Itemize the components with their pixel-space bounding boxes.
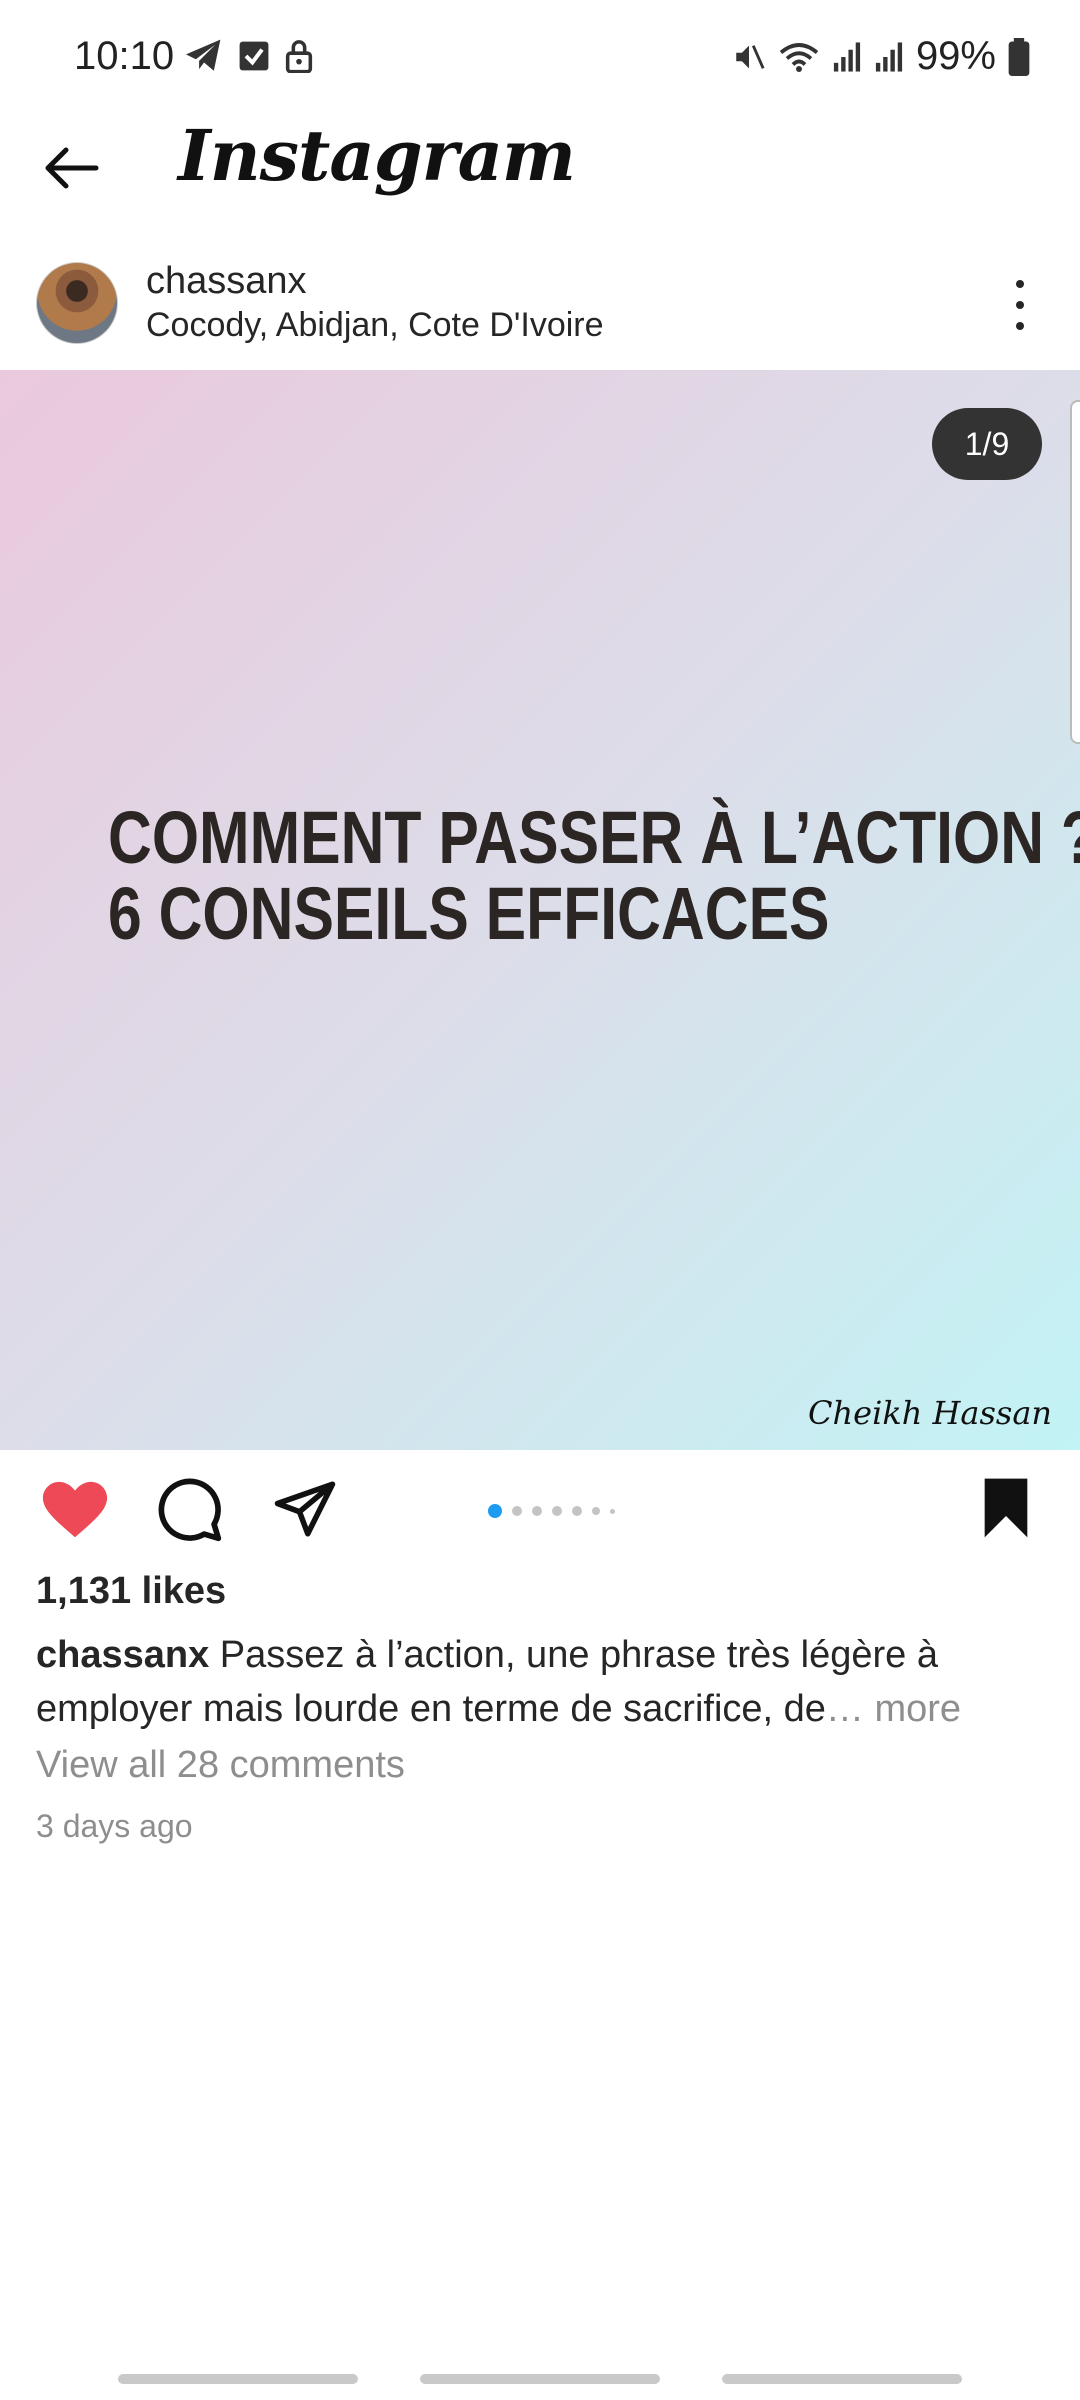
- lock-icon: [285, 40, 313, 73]
- avatar[interactable]: [36, 262, 118, 344]
- post-location[interactable]: Cocody, Abidjan, Cote D'Ivoire: [146, 306, 604, 345]
- battery-percent: 99%: [915, 34, 996, 78]
- carousel-dot: [552, 1506, 562, 1516]
- checkbox-icon: [239, 41, 269, 71]
- carousel-dot: [572, 1506, 582, 1516]
- slide-counter: 1/9: [932, 408, 1042, 480]
- likes-count[interactable]: 1,131 likes: [36, 1570, 226, 1613]
- nav-home[interactable]: [420, 2374, 660, 2384]
- back-arrow-icon[interactable]: [40, 136, 104, 200]
- caption-more-link[interactable]: … more: [826, 1688, 961, 1730]
- instagram-logo: Instagram: [178, 114, 576, 197]
- caption-username[interactable]: chassanx: [36, 1634, 209, 1676]
- carousel-dot: [610, 1508, 615, 1514]
- battery-icon: [1008, 37, 1030, 76]
- carousel-dot: [532, 1506, 542, 1516]
- carousel-dot: [592, 1507, 600, 1515]
- side-edge-handle[interactable]: [1070, 400, 1080, 744]
- comment-icon[interactable]: [156, 1476, 224, 1544]
- nav-back[interactable]: [722, 2374, 962, 2384]
- headline-line-2: 6 CONSEILS EFFICACES: [108, 872, 830, 955]
- telegram-icon: [186, 39, 221, 71]
- carousel-dot: [512, 1506, 522, 1516]
- mute-icon: [736, 44, 765, 69]
- nav-recent-apps[interactable]: [118, 2374, 358, 2384]
- post-header: chassanx Cocody, Abidjan, Cote D'Ivoire: [0, 250, 1080, 360]
- status-left-icons: [184, 38, 314, 74]
- system-nav-bar: [0, 2360, 1080, 2400]
- post-username[interactable]: chassanx: [146, 260, 307, 303]
- carousel-dot-active: [488, 1504, 502, 1518]
- share-send-icon[interactable]: [272, 1476, 338, 1542]
- post-media[interactable]: 1/9 COMMENT PASSER À L’ACTION ? 6 CONSEI…: [0, 370, 1080, 1450]
- more-options-icon[interactable]: [1010, 280, 1030, 330]
- post-signature: Cheikh Hassan: [808, 1394, 1052, 1432]
- like-heart-icon[interactable]: [40, 1476, 110, 1546]
- headline-line-1: COMMENT PASSER À L’ACTION ?: [108, 796, 1080, 879]
- wifi-icon: [779, 42, 819, 72]
- app-bar: Instagram: [0, 110, 1080, 220]
- view-comments-link[interactable]: View all 28 comments: [36, 1744, 405, 1787]
- post-actions: [0, 1460, 1080, 1560]
- post-headline: COMMENT PASSER À L’ACTION ? 6 CONSEILS E…: [108, 796, 1080, 955]
- signal-icon: [875, 41, 903, 72]
- post-caption[interactable]: chassanx Passez à l’action, une phrase t…: [36, 1628, 1046, 1736]
- carousel-indicator: [488, 1504, 615, 1518]
- status-bar: 10:10 99%: [0, 0, 1080, 120]
- status-right: 99%: [732, 34, 1030, 79]
- signal-icon: [833, 41, 861, 72]
- post-timestamp: 3 days ago: [36, 1808, 193, 1844]
- bookmark-saved-icon[interactable]: [978, 1476, 1034, 1540]
- status-time: 10:10: [74, 34, 175, 78]
